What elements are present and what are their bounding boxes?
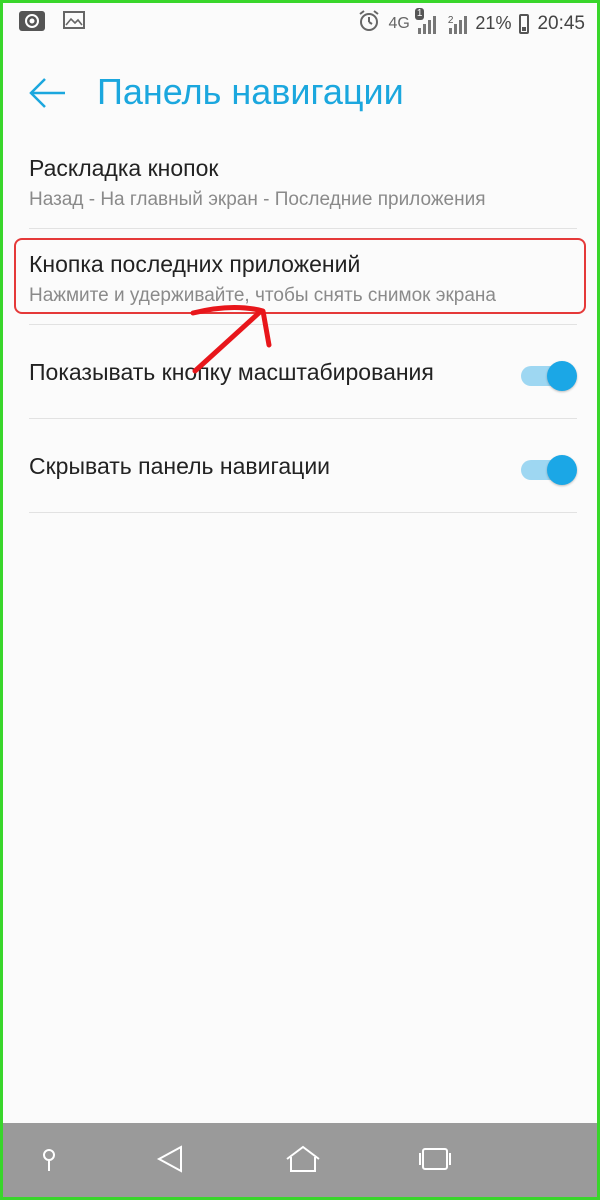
back-icon[interactable] — [153, 1141, 193, 1179]
alarm-icon — [357, 9, 381, 38]
network-type: 4G — [388, 14, 410, 32]
screen-record-icon — [19, 11, 45, 36]
signal-icon: 1 — [414, 7, 436, 34]
app-bar: Панель навигации — [3, 53, 597, 133]
setting-title: Раскладка кнопок — [29, 155, 219, 181]
back-arrow-icon[interactable] — [25, 71, 75, 115]
settings-list: Раскладка кнопок Назад - На главный экра… — [29, 133, 577, 513]
signal-icon-sim2: 2 — [444, 14, 468, 34]
clock: 20:45 — [537, 12, 585, 34]
gallery-icon — [63, 11, 85, 36]
status-bar: 4G 1 2 21% 20:45 — [3, 3, 597, 43]
screen-frame: 4G 1 2 21% 20:45 Панель навигации Раскла… — [0, 0, 600, 1200]
hide-nav-bar-toggle[interactable] — [519, 455, 577, 485]
battery-percent: 21% — [475, 13, 512, 33]
setting-subtitle: Нажмите и удерживайте, чтобы снять снимо… — [29, 285, 496, 306]
battery-icon — [519, 13, 530, 34]
setting-subtitle: Назад - На главный экран - Последние при… — [29, 189, 486, 210]
pin-icon[interactable] — [31, 1141, 71, 1179]
setting-title: Показывать кнопку масштабирования — [29, 359, 434, 385]
page-title: Панель навигации — [97, 71, 404, 112]
sim1-badge: 1 — [414, 7, 425, 20]
recents-icon[interactable] — [417, 1141, 457, 1179]
setting-recent-apps-button[interactable]: Кнопка последних приложений Нажмите и уд… — [29, 229, 577, 325]
setting-title: Скрывать панель навигации — [29, 453, 331, 479]
system-nav-bar — [3, 1123, 597, 1197]
setting-hide-nav-bar[interactable]: Скрывать панель навигации — [29, 419, 577, 513]
setting-button-layout[interactable]: Раскладка кнопок Назад - На главный экра… — [29, 133, 577, 229]
setting-show-zoom-button[interactable]: Показывать кнопку масштабирования — [29, 325, 577, 419]
zoom-button-toggle[interactable] — [519, 361, 577, 391]
setting-title: Кнопка последних приложений — [29, 251, 361, 277]
home-icon[interactable] — [283, 1141, 323, 1179]
